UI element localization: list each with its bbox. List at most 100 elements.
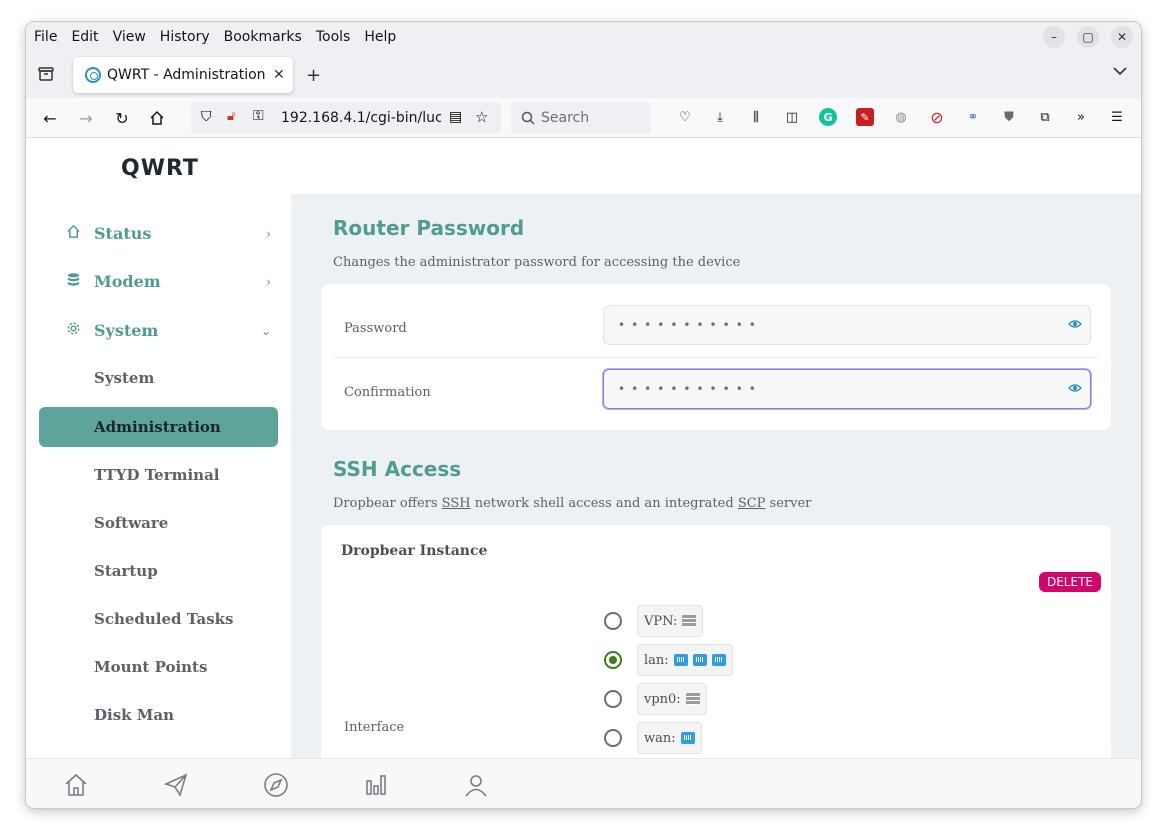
window-controls: – ▢ ✕ [1043, 26, 1133, 48]
server-icon [682, 615, 697, 627]
reader-view-icon[interactable]: ▤ [449, 109, 462, 125]
globe-icon[interactable]: ◍ [892, 108, 910, 126]
database-icon [66, 272, 86, 291]
ssh-access-title: SSH Access [333, 457, 462, 481]
sidebar-item-status[interactable]: Status › [66, 224, 271, 243]
eye-icon[interactable] [1068, 382, 1082, 396]
confirmation-label: Confirmation [344, 385, 431, 400]
bar-chart-icon[interactable] [362, 771, 390, 799]
back-icon[interactable]: ← [39, 107, 61, 129]
interface-chip-wan[interactable]: wan: [637, 722, 702, 754]
menu-file[interactable]: File [34, 29, 57, 45]
compass-icon[interactable] [262, 771, 290, 799]
sidebar-sub-software[interactable]: Software [39, 503, 278, 543]
sidebar-sub-startup[interactable]: Startup [39, 551, 278, 591]
send-icon[interactable] [162, 771, 190, 799]
sidebar-item-modem[interactable]: Modem › [66, 272, 271, 291]
router-password-description: Changes the administrator password for a… [333, 255, 741, 270]
ssh-desc-text: server [765, 496, 812, 511]
color-picker-icon[interactable]: ✎ [856, 108, 874, 126]
scp-link[interactable]: SCP [738, 496, 766, 511]
page-content: QWRT Status › Modem › System ⌄ System Ad… [26, 138, 1141, 758]
hamburger-menu-icon[interactable]: ☰ [1108, 108, 1126, 126]
chevron-down-icon[interactable] [1113, 64, 1127, 80]
interface-name: vpn0: [644, 691, 681, 707]
sidebar-item-system[interactable]: System ⌄ [66, 321, 271, 340]
new-tab-icon[interactable]: + [306, 65, 321, 86]
overflow-chevron-icon[interactable]: » [1072, 108, 1090, 126]
download-icon[interactable]: ⤓ [711, 108, 729, 126]
menu-help[interactable]: Help [364, 29, 396, 45]
menu-tools[interactable]: Tools [316, 29, 351, 45]
interface-chip-vpn[interactable]: VPN: [637, 605, 704, 637]
interface-name: VPN: [644, 613, 678, 629]
interface-chip-vpn0[interactable]: vpn0: [637, 683, 707, 715]
password-input[interactable]: ••••••••••• [603, 305, 1091, 345]
password-label: Password [344, 321, 407, 336]
ethernet-port-icon [673, 654, 688, 666]
minimize-icon[interactable]: – [1043, 26, 1065, 48]
browser-window: File Edit View History Bookmarks Tools H… [26, 22, 1141, 808]
tab-list-icon[interactable] [36, 64, 56, 84]
sidebar-sub-scheduled-tasks[interactable]: Scheduled Tasks [39, 599, 278, 639]
user-icon[interactable] [462, 771, 490, 799]
interface-chip-lan[interactable]: lan: [637, 644, 733, 676]
menu-bar: File Edit View History Bookmarks Tools H… [26, 22, 1141, 52]
sidebar-toggle-icon[interactable]: ◫ [783, 108, 801, 126]
home-icon [66, 224, 86, 243]
sidebar-sub-disk-man[interactable]: Disk Man [39, 695, 278, 735]
ethernet-port-icon [692, 654, 707, 666]
ssh-access-description: Dropbear offers SSH network shell access… [333, 496, 811, 511]
reload-icon[interactable]: ↻ [111, 107, 133, 129]
tab-administration[interactable]: QWRT - Administration - LuCI ✕ [73, 57, 293, 93]
sidebar-sub-system[interactable]: System [39, 358, 278, 398]
menu-view[interactable]: View [113, 29, 146, 45]
privacy-badge-icon[interactable]: ⛊ [1000, 108, 1018, 126]
menu-edit[interactable]: Edit [71, 29, 98, 45]
sidebar-sub-ttyd-terminal[interactable]: TTYD Terminal [39, 455, 278, 495]
url-bar[interactable]: ⛉ 🔓︎ ⚿ 192.168.4.1/cgi-bin/luci/admin/sy… [191, 102, 501, 134]
ssh-link[interactable]: SSH [442, 496, 471, 511]
menu-bookmarks[interactable]: Bookmarks [224, 29, 302, 45]
shield-icon[interactable]: ⛉ [201, 109, 212, 125]
search-bar[interactable]: Search [511, 102, 651, 134]
link-extension-icon[interactable]: ⚭ [964, 108, 982, 126]
radio-lan[interactable] [604, 651, 622, 669]
ethernet-port-icon [680, 732, 695, 744]
pocket-icon[interactable]: ♡ [676, 108, 694, 126]
eye-icon[interactable] [1068, 318, 1082, 332]
radio-wan[interactable] [604, 729, 622, 747]
library-icon[interactable]: ⫼ [747, 108, 765, 126]
url-text[interactable]: 192.168.4.1/cgi-bin/luci/admin/system/ad… [281, 110, 441, 126]
maximize-icon[interactable]: ▢ [1077, 26, 1099, 48]
sidebar-item-label: System [94, 321, 159, 340]
confirmation-value: ••••••••••• [618, 382, 762, 396]
extensions-icon[interactable]: ⧉ [1036, 108, 1054, 126]
sidebar: QWRT Status › Modem › System ⌄ System Ad… [26, 138, 291, 758]
bookmark-star-icon[interactable]: ☆ [475, 108, 488, 126]
key-icon[interactable]: ⚿ [253, 108, 264, 124]
password-card: Password ••••••••••• Confirmation ••••••… [321, 284, 1111, 430]
favicon-icon [85, 67, 101, 83]
confirmation-input[interactable]: ••••••••••• [603, 369, 1091, 409]
dropbear-card: Dropbear Instance DELETE Interface VPN: … [321, 525, 1111, 758]
close-window-icon[interactable]: ✕ [1111, 26, 1133, 48]
grammarly-icon[interactable]: G [819, 108, 837, 126]
tab-bar: QWRT - Administration - LuCI ✕ + [26, 52, 1141, 98]
bottom-navigation [26, 758, 1141, 808]
sidebar-sub-administration[interactable]: Administration [39, 407, 278, 447]
home-nav-icon[interactable] [146, 107, 168, 129]
block-icon[interactable]: ⊘ [928, 108, 946, 127]
radio-vpn[interactable] [604, 612, 622, 630]
sidebar-sub-mount-points[interactable]: Mount Points [39, 647, 278, 687]
tab-close-icon[interactable]: ✕ [273, 67, 285, 83]
delete-button[interactable]: DELETE [1038, 572, 1101, 592]
menu-history[interactable]: History [160, 29, 210, 45]
radio-vpn0[interactable] [604, 690, 622, 708]
insecure-lock-icon[interactable]: 🔓︎ [227, 109, 235, 124]
interface-label: Interface [344, 720, 405, 735]
home-icon[interactable] [62, 771, 90, 799]
ssh-desc-text: Dropbear offers [333, 496, 442, 511]
forward-icon[interactable]: → [75, 107, 97, 129]
brand-logo[interactable]: QWRT [121, 156, 199, 181]
